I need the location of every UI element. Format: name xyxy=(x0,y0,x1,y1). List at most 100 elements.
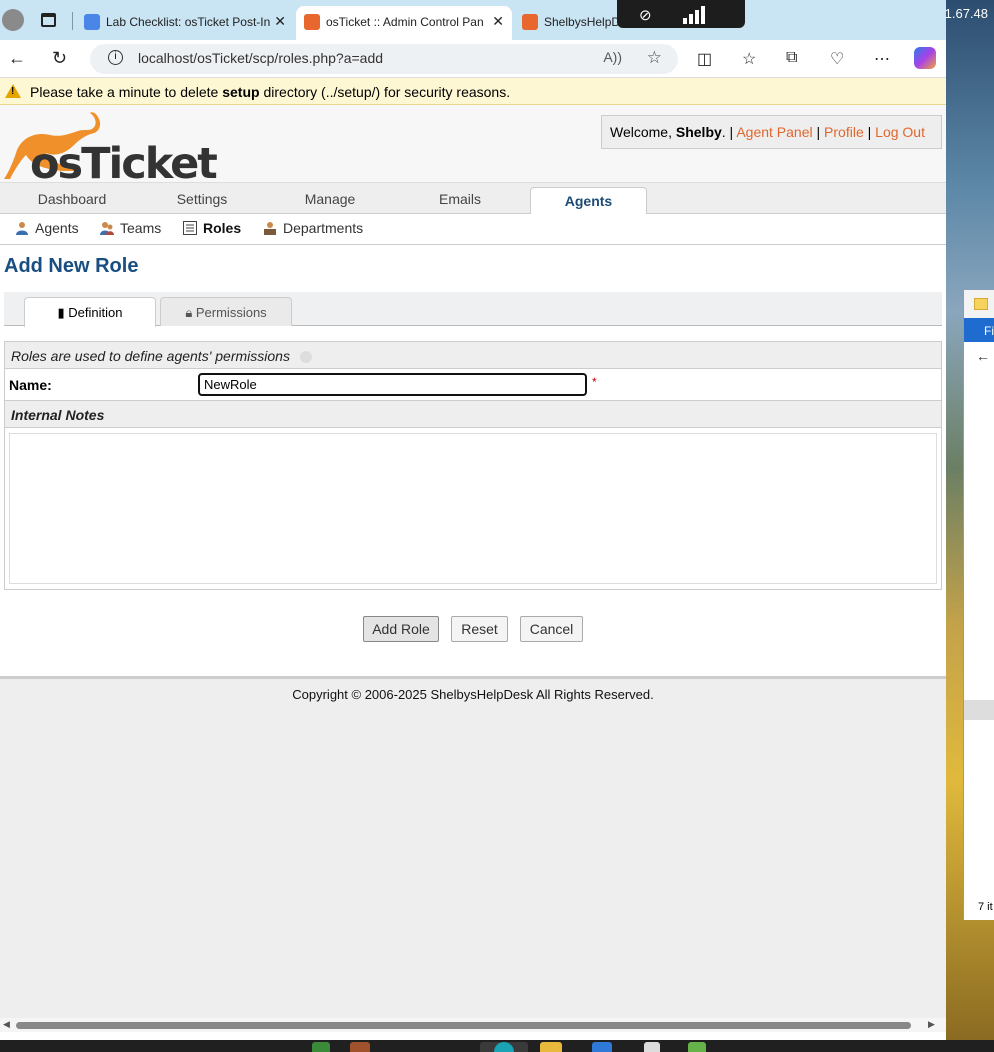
warning-text: Please take a minute to delete xyxy=(30,84,223,100)
browser-toolbar: ← ↻ i localhost/osTicket/scp/roles.php?a… xyxy=(0,40,946,78)
logout-link[interactable]: Log Out xyxy=(875,124,925,140)
warning-bold-text: setup xyxy=(222,84,260,100)
copyright-text: Copyright © 2006-2025 ShelbysHelpDesk Al… xyxy=(292,687,654,702)
url-text[interactable]: localhost/osTicket/scp/roles.php?a=add xyxy=(138,50,383,66)
favorite-star-icon[interactable]: ☆ xyxy=(647,48,662,68)
close-tab-icon[interactable]: ✕ xyxy=(274,13,286,30)
explorer-selected-row[interactable] xyxy=(964,700,994,720)
copilot-icon[interactable] xyxy=(914,47,936,69)
department-icon xyxy=(264,222,276,235)
separator: | xyxy=(867,124,872,140)
more-menu-icon[interactable]: ⋯ xyxy=(874,49,890,69)
tab-actions-icon[interactable] xyxy=(41,13,56,27)
taskbar xyxy=(0,1040,994,1052)
profile-avatar[interactable] xyxy=(2,9,24,31)
taskbar-app-icon[interactable] xyxy=(592,1042,612,1052)
internal-notes-header: Internal Notes xyxy=(5,401,941,428)
back-icon[interactable]: ← xyxy=(8,48,26,69)
roles-list-icon xyxy=(183,221,197,235)
unpin-icon[interactable]: ⊘ xyxy=(639,6,652,24)
info-icon[interactable]: i xyxy=(108,50,123,65)
osticket-logo[interactable]: osTicket xyxy=(4,109,218,189)
taskbar-app-icon[interactable] xyxy=(350,1042,370,1052)
subnav-label: Roles xyxy=(203,220,242,236)
page-footer: Copyright © 2006-2025 ShelbysHelpDesk Al… xyxy=(0,676,946,1031)
tab-label: Definition xyxy=(68,305,123,320)
explorer-item-count: 7 it xyxy=(978,901,993,913)
subnav-roles[interactable]: Roles xyxy=(183,220,241,236)
folder-icon xyxy=(974,298,988,310)
form-header: Roles are used to define agents' permiss… xyxy=(5,342,941,369)
separator: | xyxy=(816,124,821,140)
form-tab-bar: ▮ Definition 🔒︎ Permissions xyxy=(4,292,942,327)
warning-text-suffix: directory (../setup/) for security reaso… xyxy=(259,84,511,100)
browser-window: Lab Checklist: osTicket Post-In ✕ osTick… xyxy=(0,0,946,1040)
main-nav: Dashboard Settings Manage Emails Agents xyxy=(0,182,946,219)
taskbar-app-icon[interactable] xyxy=(688,1042,706,1052)
site-header: osTicket Welcome, Shelby. | Agent Panel … xyxy=(0,105,946,189)
tab-label: Permissions xyxy=(195,305,267,320)
cancel-button[interactable]: Cancel xyxy=(520,616,583,642)
username: Shelby xyxy=(675,124,722,140)
main-content: Add New Role ▮ Definition 🔒︎ Permissions… xyxy=(0,245,946,677)
sub-nav: Agents Teams Roles Departments xyxy=(0,214,946,245)
tab-permissions[interactable]: 🔒︎ Permissions xyxy=(160,297,292,326)
agent-panel-link[interactable]: Agent Panel xyxy=(736,124,812,140)
file-explorer-window[interactable]: Fil ← 7 it xyxy=(963,290,994,920)
taskbar-app-icon[interactable] xyxy=(644,1042,660,1052)
osticket-icon xyxy=(304,14,320,30)
welcome-text: Welcome, xyxy=(610,124,676,140)
file-explorer-icon[interactable] xyxy=(540,1042,562,1052)
signal-strength-icon xyxy=(683,6,707,24)
subnav-teams[interactable]: Teams xyxy=(100,220,161,236)
role-definition-form: Roles are used to define agents' permiss… xyxy=(4,341,942,590)
taskbar-app-icon[interactable] xyxy=(312,1042,330,1052)
favorites-icon[interactable]: ☆ xyxy=(742,49,756,69)
nav-settings[interactable]: Settings xyxy=(138,183,266,214)
nav-manage[interactable]: Manage xyxy=(266,183,394,214)
horizontal-scrollbar[interactable]: ◀ ▶ xyxy=(0,1018,946,1032)
team-icon xyxy=(100,222,114,235)
nav-dashboard[interactable]: Dashboard xyxy=(8,183,136,214)
warning-icon xyxy=(5,84,21,98)
browser-essentials-icon[interactable]: ♡ xyxy=(830,49,844,69)
add-role-button[interactable]: Add Role xyxy=(363,616,439,642)
subnav-departments[interactable]: Departments xyxy=(263,220,363,236)
reset-button[interactable]: Reset xyxy=(451,616,508,642)
explorer-file-tab[interactable]: Fil xyxy=(964,318,994,342)
internal-notes-editor[interactable] xyxy=(9,433,937,584)
scroll-left-icon[interactable]: ◀ xyxy=(3,1019,10,1030)
explorer-titlebar[interactable] xyxy=(964,290,994,318)
subnav-label: Departments xyxy=(283,220,364,236)
subnav-label: Agents xyxy=(35,220,79,236)
subnav-label: Teams xyxy=(120,220,162,236)
collections-icon[interactable]: ⧉ xyxy=(786,49,797,67)
profile-link[interactable]: Profile xyxy=(824,124,864,140)
user-info-box: Welcome, Shelby. | Agent Panel | Profile… xyxy=(601,115,942,149)
tab-title: osTicket :: Admin Control Pan xyxy=(326,15,484,29)
role-name-input[interactable] xyxy=(198,373,587,396)
scrollbar-thumb[interactable] xyxy=(16,1022,911,1029)
tab-shelbys-helpdesk[interactable]: ShelbysHelpD xyxy=(514,6,624,40)
back-arrow-icon[interactable]: ← xyxy=(964,342,994,364)
close-tab-icon[interactable]: ✕ xyxy=(492,13,504,30)
agent-icon xyxy=(16,222,28,235)
help-tip-icon[interactable] xyxy=(299,351,312,364)
tab-definition[interactable]: ▮ Definition xyxy=(24,297,156,327)
nav-emails[interactable]: Emails xyxy=(396,183,524,214)
subnav-agents[interactable]: Agents xyxy=(15,220,79,236)
remote-connection-bar[interactable]: ⊘ xyxy=(617,0,745,28)
tab-lab-checklist[interactable]: Lab Checklist: osTicket Post-In ✕ xyxy=(76,6,294,40)
read-aloud-icon[interactable]: A)) xyxy=(603,49,622,65)
split-screen-icon[interactable]: ◫ xyxy=(697,49,712,69)
tab-title: Lab Checklist: osTicket Post-In xyxy=(106,15,271,29)
scroll-right-icon[interactable]: ▶ xyxy=(928,1019,935,1030)
document-icon: ▮ xyxy=(57,305,65,320)
tab-separator xyxy=(72,12,73,30)
name-row: Name: * xyxy=(5,369,941,401)
page-title: Add New Role xyxy=(4,255,139,277)
osticket-icon xyxy=(522,14,538,30)
refresh-icon[interactable]: ↻ xyxy=(52,48,67,69)
address-bar[interactable]: i localhost/osTicket/scp/roles.php?a=add… xyxy=(90,44,678,74)
tab-osticket-admin[interactable]: osTicket :: Admin Control Pan ✕ xyxy=(296,6,512,40)
